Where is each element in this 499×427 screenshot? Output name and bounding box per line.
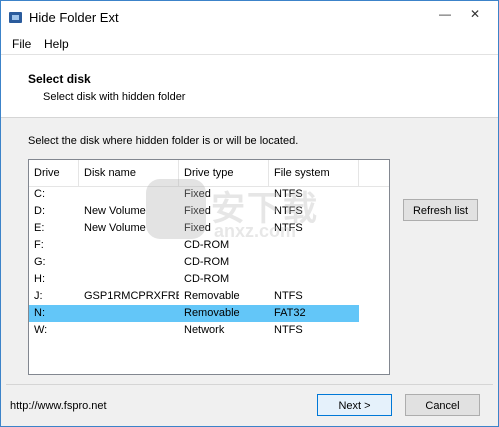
- cell-disk-name: GSP1RMCPRXFRE...: [84, 290, 179, 302]
- cell-drive-type: Removable: [184, 307, 240, 319]
- column-file-system[interactable]: File system: [269, 160, 359, 186]
- cell-drive: C:: [34, 188, 45, 200]
- cell-drive: D:: [34, 205, 45, 217]
- cell-drive-type: Fixed: [184, 222, 211, 234]
- cell-file-system: NTFS: [274, 222, 303, 234]
- menu-help[interactable]: Help: [44, 37, 69, 51]
- title-bar[interactable]: Hide Folder Ext — ✕: [1, 1, 498, 34]
- disk-row-n-selected[interactable]: N: Removable FAT32: [29, 305, 359, 322]
- menu-file[interactable]: File: [12, 37, 31, 51]
- cell-drive: W:: [34, 324, 48, 336]
- window-title: Hide Folder Ext: [29, 10, 119, 25]
- cell-drive: N:: [34, 307, 45, 319]
- disk-row-h[interactable]: H: CD-ROM: [29, 271, 359, 288]
- disk-row-c[interactable]: C: Fixed NTFS: [29, 186, 359, 203]
- cell-file-system: NTFS: [274, 324, 303, 336]
- cell-drive-type: Fixed: [184, 188, 211, 200]
- cell-file-system: FAT32: [274, 307, 306, 319]
- app-window: Hide Folder Ext — ✕ File Help Select dis…: [0, 0, 499, 427]
- next-button[interactable]: Next >: [317, 394, 392, 416]
- cell-drive-type: CD-ROM: [184, 273, 230, 285]
- disk-row-j[interactable]: J: GSP1RMCPRXFRE... Removable NTFS: [29, 288, 359, 305]
- step-subtitle: Select disk with hidden folder: [43, 91, 186, 103]
- cell-drive: F:: [34, 239, 44, 251]
- cell-drive: E:: [34, 222, 45, 234]
- wizard-header: Select disk Select disk with hidden fold…: [1, 55, 498, 118]
- cell-drive-type: Network: [184, 324, 225, 336]
- disk-row-f[interactable]: F: CD-ROM: [29, 237, 359, 254]
- close-icon[interactable]: ✕: [463, 5, 487, 23]
- column-disk-name[interactable]: Disk name: [79, 160, 179, 186]
- cell-drive: J:: [34, 290, 43, 302]
- cell-file-system: NTFS: [274, 188, 303, 200]
- refresh-list-button[interactable]: Refresh list: [403, 199, 478, 221]
- cell-drive-type: Fixed: [184, 205, 211, 217]
- menu-bar: File Help: [1, 34, 498, 55]
- disk-row-d[interactable]: D: New Volume Fixed NTFS: [29, 203, 359, 220]
- footer-divider: [6, 384, 493, 385]
- disk-row-g[interactable]: G: CD-ROM: [29, 254, 359, 271]
- cell-file-system: NTFS: [274, 290, 303, 302]
- cell-disk-name: New Volume: [84, 222, 146, 234]
- cell-drive: G:: [34, 256, 46, 268]
- cell-drive-type: Removable: [184, 290, 240, 302]
- minimize-icon[interactable]: —: [433, 5, 457, 23]
- cell-disk-name: New Volume: [84, 205, 146, 217]
- website-link[interactable]: http://www.fspro.net: [10, 400, 107, 412]
- disk-list-header: Drive Disk name Drive type File system: [29, 160, 389, 187]
- cancel-button[interactable]: Cancel: [405, 394, 480, 416]
- cell-drive: H:: [34, 273, 45, 285]
- folder-app-icon: [9, 12, 22, 23]
- column-drive-type[interactable]: Drive type: [179, 160, 269, 186]
- disk-row-e[interactable]: E: New Volume Fixed NTFS: [29, 220, 359, 237]
- cell-drive-type: CD-ROM: [184, 239, 230, 251]
- disk-list[interactable]: Drive Disk name Drive type File system C…: [28, 159, 390, 375]
- step-title: Select disk: [28, 72, 91, 86]
- instruction-text: Select the disk where hidden folder is o…: [28, 135, 299, 147]
- column-drive[interactable]: Drive: [29, 160, 79, 186]
- cell-file-system: NTFS: [274, 205, 303, 217]
- disk-row-w[interactable]: W: Network NTFS: [29, 322, 359, 339]
- cell-drive-type: CD-ROM: [184, 256, 230, 268]
